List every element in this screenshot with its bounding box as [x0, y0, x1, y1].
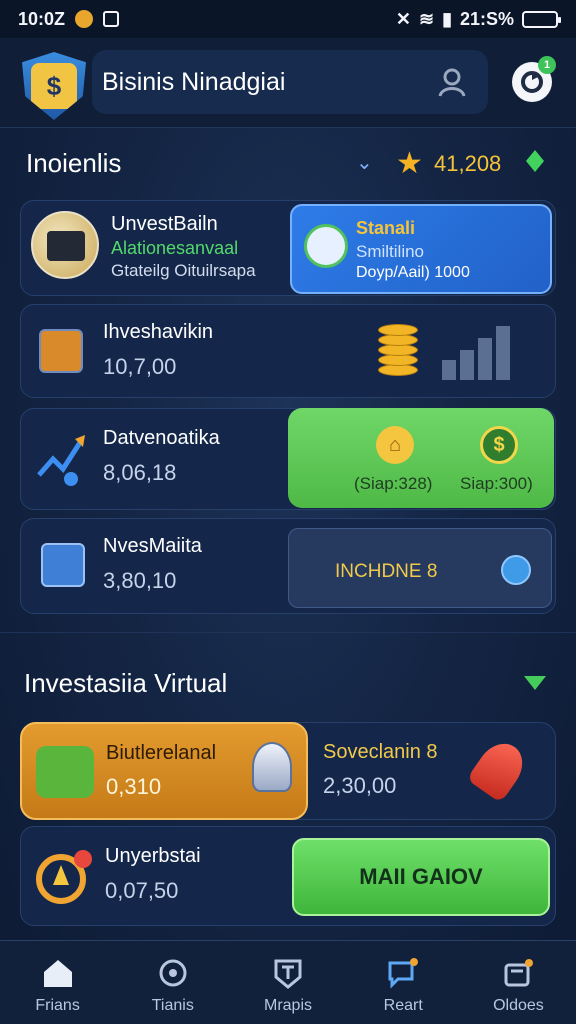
- target-icon: [159, 959, 187, 987]
- row-3-name: Datvenoatika: [103, 427, 220, 449]
- notification-badge: 1: [538, 56, 556, 74]
- office-thumbnail-icon: [31, 211, 99, 279]
- notification-status-icon: [103, 11, 120, 27]
- nav-label-target: Tianis: [151, 997, 194, 1014]
- stats-card-title: Stanali: [356, 218, 416, 238]
- nav-item-home[interactable]: Frians: [0, 941, 115, 1024]
- bottom-nav: Frians Tianis Mrapis Reart Oldoes: [0, 940, 576, 1024]
- bottom-row-name: Unyerbstai: [105, 845, 201, 867]
- wallet-icon: [41, 543, 85, 587]
- section-title-investments: Inoienlis: [26, 148, 122, 178]
- nav-label-more: Oldoes: [493, 997, 544, 1014]
- notification-button[interactable]: 1: [512, 56, 556, 102]
- stats-card[interactable]: Stanali Smiltilino Doyp/Aail) 1000: [290, 204, 552, 294]
- row-1-name: UnvestBailn: [111, 213, 218, 235]
- row-1-subtitle-2: Gtateilg Oituilrsapa: [111, 261, 256, 280]
- section-title-virtual: Investasiia Virtual: [24, 668, 228, 698]
- coin-status-icon: [75, 10, 94, 28]
- header-title-bar: Bisinis Ninadgiai: [92, 50, 488, 114]
- savings-right-label: Siap:300): [460, 474, 533, 493]
- refresh-icon: [521, 71, 543, 93]
- chevron-down-icon[interactable]: [524, 676, 546, 690]
- stats-card-subtitle: Smiltilino: [356, 242, 425, 261]
- chart-icon: [39, 329, 83, 373]
- portfolio-name: Soveclanin 8: [323, 741, 438, 763]
- rocket-icon: [252, 742, 292, 792]
- shield-nav-icon: [274, 959, 302, 989]
- nav-item-target[interactable]: Tianis: [115, 941, 230, 1024]
- card-stack-icon: [504, 959, 534, 987]
- home-icon: [43, 960, 72, 987]
- hand-coin-icon: [304, 224, 348, 268]
- stats-card-detail: Doyp/Aail) 1000: [356, 264, 470, 281]
- highlight-value: 0,310: [106, 774, 162, 799]
- coin-ring-icon: [36, 850, 92, 904]
- profile-icon[interactable]: [436, 66, 468, 98]
- savings-left-label: (Siap:328): [354, 474, 433, 493]
- nav-item-more[interactable]: Oldoes: [461, 941, 576, 1024]
- dollar-coin-icon[interactable]: $: [480, 426, 518, 464]
- coin-stack-icon: [374, 320, 424, 378]
- battery-text: 21:S%: [459, 8, 514, 29]
- portfolio-value: 2,30,00: [323, 773, 397, 798]
- nav-item-maps[interactable]: Mrapis: [230, 941, 345, 1024]
- row-3-value: 8,06,18: [103, 460, 177, 485]
- section-divider: [0, 632, 576, 633]
- battery-icon: [522, 10, 561, 28]
- trend-arrow-icon: [37, 435, 85, 486]
- bottom-row-value: 0,07,50: [105, 878, 179, 903]
- app-header: $ Bisinis Ninadgiai 1: [0, 38, 576, 128]
- chevron-down-icon[interactable]: ⌄: [356, 150, 373, 175]
- shield-logo-icon: $: [22, 52, 86, 120]
- chat-icon: [388, 958, 419, 989]
- status-bar: 10:0Z ✕ ≋ ▮ 21:S%: [0, 0, 576, 38]
- nav-label-report: Reart: [383, 997, 423, 1014]
- star-icon: ★: [396, 147, 423, 180]
- highlight-name: Biutlerelanal: [106, 742, 217, 764]
- row-1-subtitle: Alationesanvaal: [111, 238, 239, 258]
- mute-icon: ✕: [395, 8, 411, 29]
- increase-label: INCHDNE 8: [335, 561, 438, 582]
- growth-bars-icon: [442, 322, 510, 380]
- cash-stack-icon: [36, 746, 94, 798]
- signal-icon: ▮: [442, 8, 452, 29]
- nav-label-home: Frians: [35, 997, 80, 1014]
- nav-item-report[interactable]: Reart: [346, 941, 461, 1024]
- gem-icon: [526, 150, 544, 172]
- nav-label-maps: Mrapis: [264, 997, 313, 1014]
- row-4-name: NvesMaiita: [103, 535, 202, 557]
- house-icon[interactable]: ⌂: [376, 426, 414, 464]
- row-2-name: Ihveshavikin: [103, 321, 214, 343]
- row-4-value: 3,80,10: [103, 568, 177, 593]
- savings-card[interactable]: ⌂ $ (Siap:328) Siap:300): [288, 408, 554, 508]
- status-time: 10:0Z: [18, 8, 66, 29]
- main-action-button[interactable]: MAII GAIOV: [292, 838, 550, 916]
- score-value: 41,208: [434, 151, 502, 176]
- row-2-value: 10,7,00: [103, 354, 177, 379]
- app-title: Bisinis Ninadgiai: [102, 68, 286, 96]
- increase-button[interactable]: INCHDNE 8: [288, 528, 552, 608]
- wifi-icon: ≋: [418, 8, 435, 29]
- search-icon: [501, 555, 531, 585]
